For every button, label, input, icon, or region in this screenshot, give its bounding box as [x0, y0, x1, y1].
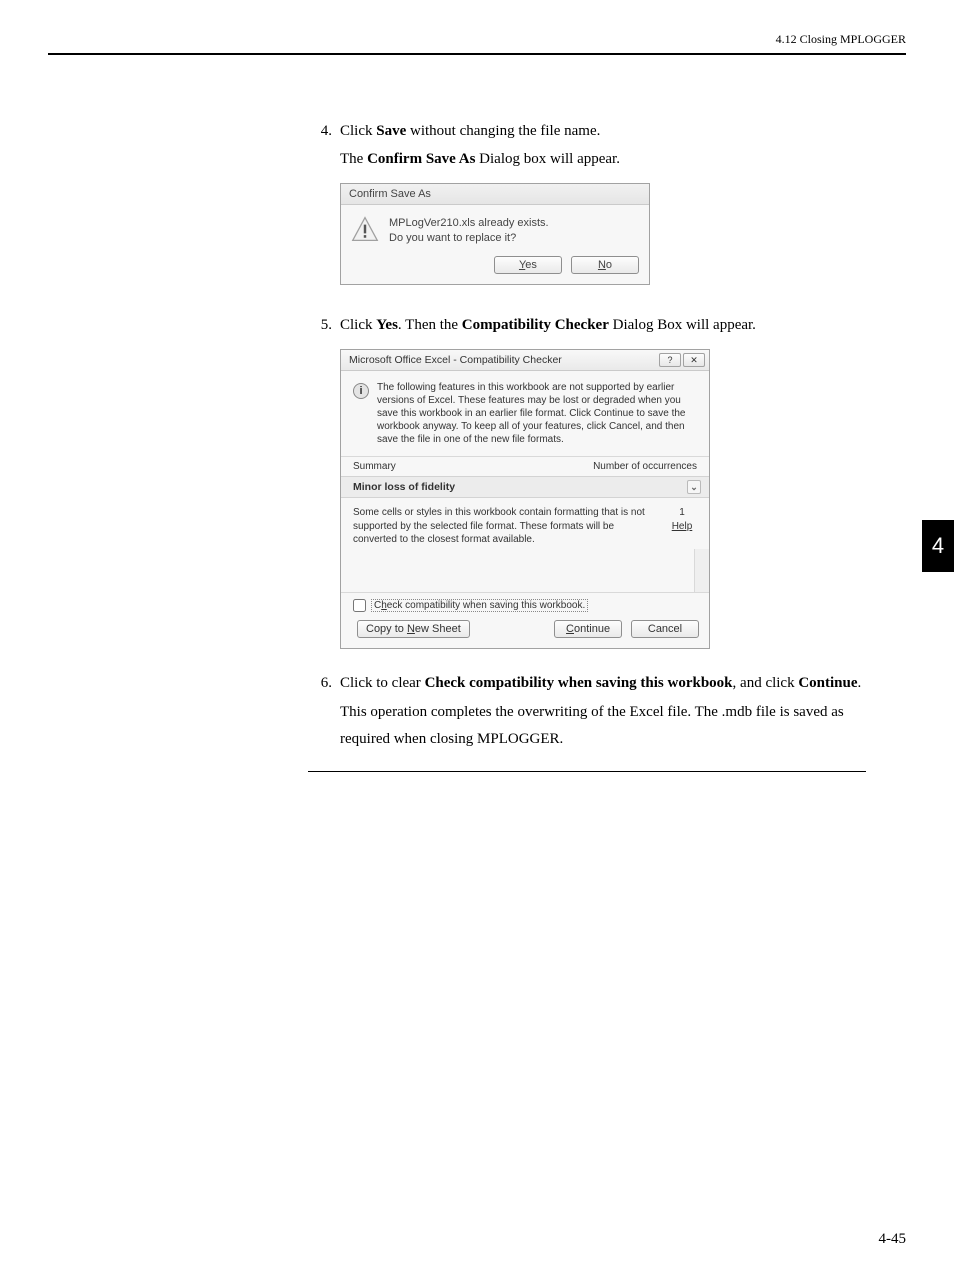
copy-to-new-sheet-button[interactable]: Copy to New Sheet: [357, 620, 470, 638]
continue-button[interactable]: Continue: [554, 620, 622, 638]
step-4-number: 4.: [308, 119, 332, 143]
step-4-sub: The Confirm Save As Dialog box will appe…: [340, 147, 866, 171]
step-5: 5. Click Yes. Then the Compatibility Che…: [308, 313, 866, 337]
cancel-button[interactable]: Cancel: [631, 620, 699, 638]
step-4-text-post: without changing the file name.: [406, 123, 600, 139]
step-5-post: Dialog Box will appear.: [609, 317, 756, 333]
yes-button[interactable]: Yes: [494, 256, 562, 274]
minor-loss-label: Minor loss of fidelity: [353, 481, 455, 493]
check-compatibility-checkbox[interactable]: [353, 599, 366, 612]
dialog2-info-text: The following features in this workbook …: [377, 381, 697, 446]
expand-icon[interactable]: ⌄: [687, 480, 701, 494]
no-button[interactable]: No: [571, 256, 639, 274]
help-window-button[interactable]: ?: [659, 353, 681, 367]
page-number: 4-45: [879, 1231, 907, 1248]
info-icon: i: [353, 383, 369, 399]
close-window-button[interactable]: ✕: [683, 353, 705, 367]
chapter-tab: 4: [922, 520, 954, 572]
detail-text: Some cells or styles in this workbook co…: [353, 506, 667, 547]
step-4-sub-bold: Confirm Save As: [367, 151, 475, 167]
occurrences-label: Number of occurrences: [593, 461, 697, 472]
step-6-pre: Click to clear: [340, 675, 425, 691]
dialog1-line1: MPLogVer210.xls already exists.: [389, 216, 549, 230]
step-5-pre: Click: [340, 317, 376, 333]
dialog2-title: Microsoft Office Excel - Compatibility C…: [349, 354, 562, 366]
header-rule: [48, 53, 906, 55]
step-5-bold1: Yes: [376, 317, 398, 333]
step-5-bold2: Compatibility Checker: [462, 317, 609, 333]
dialog1-title: Confirm Save As: [341, 184, 649, 205]
dialog2-list-area: [341, 549, 709, 593]
step-6-mid: , and click: [733, 675, 799, 691]
step-5-mid: . Then the: [398, 317, 462, 333]
step-5-number: 5.: [308, 313, 332, 337]
check-compatibility-label: Check compatibility when saving this wor…: [371, 599, 588, 612]
yes-button-rest: es: [525, 259, 537, 271]
confirm-save-as-dialog: Confirm Save As MPLogVer210.xls already …: [340, 183, 650, 285]
help-link[interactable]: Help: [667, 520, 697, 534]
summary-label: Summary: [353, 461, 396, 472]
step-6-para: This operation completes the overwriting…: [340, 699, 866, 753]
page-header: 4.12 Closing MPLOGGER: [48, 32, 906, 47]
step-4-text-pre: Click: [340, 123, 376, 139]
step-6-bold1: Check compatibility when saving this wor…: [425, 675, 733, 691]
occurrence-count: 1: [667, 506, 697, 520]
compatibility-checker-dialog: Microsoft Office Excel - Compatibility C…: [340, 349, 710, 649]
step-4: 4. Click Save without changing the file …: [308, 119, 866, 143]
step-6: 6. Click to clear Check compatibility wh…: [308, 671, 866, 695]
step-4-sub-pre: The: [340, 151, 367, 167]
step-6-bold2: Continue: [798, 675, 857, 691]
step-6-post: .: [858, 675, 862, 691]
end-rule: [308, 771, 866, 772]
no-button-rest: o: [606, 259, 612, 271]
step-4-sub-post: Dialog box will appear.: [475, 151, 620, 167]
warning-icon: [351, 215, 379, 246]
step-6-number: 6.: [308, 671, 332, 695]
step-4-bold: Save: [376, 123, 406, 139]
dialog1-line2: Do you want to replace it?: [389, 231, 549, 245]
